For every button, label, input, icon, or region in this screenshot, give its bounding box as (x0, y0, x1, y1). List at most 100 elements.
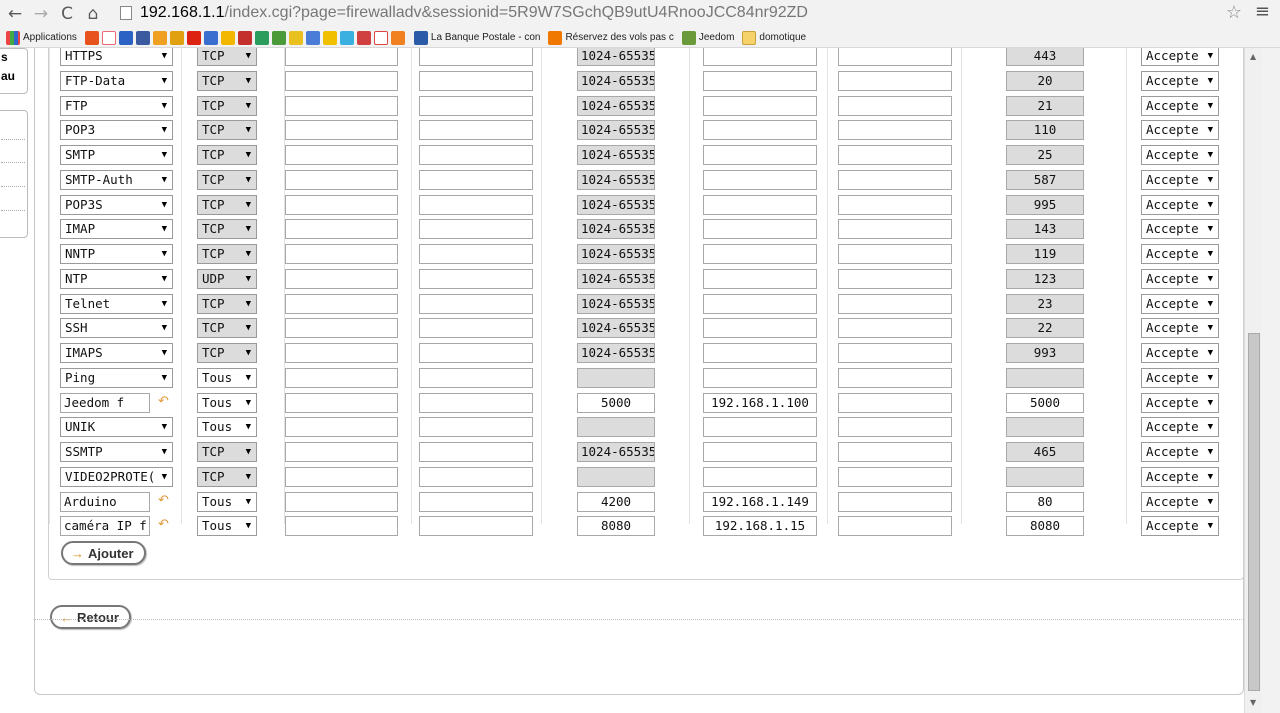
scroll-down-icon[interactable]: ▼ (1250, 698, 1256, 707)
edit-service-icon[interactable]: ↶ (158, 517, 169, 532)
bookmark-apps[interactable]: Applications (6, 30, 77, 45)
destination-ip-input[interactable]: 192.168.1.100 (703, 393, 817, 413)
destination-mask-input[interactable] (838, 48, 952, 66)
service-select[interactable]: HTTPS ▼ (60, 48, 173, 66)
destination-mask-input[interactable] (838, 467, 952, 487)
source-port-input[interactable]: 1024-65535 (577, 71, 655, 91)
protocol-select[interactable]: TCP ▼ (197, 244, 257, 264)
source-port-input[interactable]: 4200 (577, 492, 655, 512)
destination-port-input[interactable] (1006, 368, 1084, 388)
back-arrow-icon[interactable]: ← (4, 4, 26, 24)
destination-ip-input[interactable] (703, 48, 817, 66)
service-name-input[interactable]: Jeedom f (60, 393, 150, 413)
source-ip-input[interactable] (285, 244, 398, 264)
destination-port-input[interactable]: 993 (1006, 343, 1084, 363)
action-select[interactable]: Accepte ▼ (1141, 467, 1219, 487)
destination-mask-input[interactable] (838, 120, 952, 140)
page-scrollbar[interactable]: ▲ ▼ (1244, 48, 1262, 713)
source-ip-input[interactable] (285, 393, 398, 413)
destination-ip-input[interactable] (703, 145, 817, 165)
source-mask-input[interactable] (419, 145, 533, 165)
destination-port-input[interactable] (1006, 417, 1084, 437)
protocol-select[interactable]: TCP ▼ (197, 343, 257, 363)
destination-ip-input[interactable] (703, 219, 817, 239)
destination-mask-input[interactable] (838, 170, 952, 190)
action-select[interactable]: Accepte ▼ (1141, 368, 1219, 388)
source-mask-input[interactable] (419, 120, 533, 140)
bookmark-reservez[interactable]: Réservez des vols pas c (548, 30, 674, 45)
service-select[interactable]: FTP-Data ▼ (60, 71, 173, 91)
destination-port-input[interactable]: 465 (1006, 442, 1084, 462)
destination-ip-input[interactable] (703, 343, 817, 363)
destination-port-input[interactable]: 143 (1006, 219, 1084, 239)
back-button[interactable]: ← Retour (50, 605, 131, 629)
forward-arrow-icon[interactable]: → (30, 4, 52, 24)
protocol-select[interactable]: TCP ▼ (197, 96, 257, 116)
protocol-select[interactable]: TCP ▼ (197, 170, 257, 190)
destination-mask-input[interactable] (838, 417, 952, 437)
destination-mask-input[interactable] (838, 393, 952, 413)
source-port-input[interactable]: 1024-65535 (577, 442, 655, 462)
destination-mask-input[interactable] (838, 244, 952, 264)
destination-ip-input[interactable] (703, 442, 817, 462)
destination-port-input[interactable]: 21 (1006, 96, 1084, 116)
source-ip-input[interactable] (285, 516, 398, 536)
service-name-input[interactable]: caméra IP f (60, 516, 150, 536)
destination-port-input[interactable]: 20 (1006, 71, 1084, 91)
source-port-input[interactable]: 1024-65535 (577, 120, 655, 140)
destination-mask-input[interactable] (838, 219, 952, 239)
destination-ip-input[interactable]: 192.168.1.149 (703, 492, 817, 512)
destination-mask-input[interactable] (838, 145, 952, 165)
destination-ip-input[interactable] (703, 170, 817, 190)
service-select[interactable]: NTP ▼ (60, 269, 173, 289)
action-select[interactable]: Accepte ▼ (1141, 516, 1219, 536)
service-select[interactable]: SSMTP ▼ (60, 442, 173, 462)
destination-mask-input[interactable] (838, 318, 952, 338)
destination-port-input[interactable]: 8080 (1006, 516, 1084, 536)
protocol-select[interactable]: TCP ▼ (197, 467, 257, 487)
source-port-input[interactable]: 5000 (577, 393, 655, 413)
protocol-select[interactable]: TCP ▼ (197, 294, 257, 314)
source-mask-input[interactable] (419, 71, 533, 91)
scroll-up-icon[interactable]: ▲ (1250, 52, 1256, 61)
source-mask-input[interactable] (419, 195, 533, 215)
add-button[interactable]: → Ajouter (61, 541, 146, 565)
service-select[interactable]: SMTP ▼ (60, 145, 173, 165)
source-port-input[interactable]: 1024-65535 (577, 96, 655, 116)
bookmark-icons[interactable] (84, 30, 408, 45)
service-select[interactable]: UNIK ▼ (60, 417, 173, 437)
destination-port-input[interactable]: 123 (1006, 269, 1084, 289)
edit-service-icon[interactable]: ↶ (158, 394, 169, 409)
destination-ip-input[interactable] (703, 318, 817, 338)
action-select[interactable]: Accepte ▼ (1141, 269, 1219, 289)
protocol-select[interactable]: TCP ▼ (197, 48, 257, 66)
source-ip-input[interactable] (285, 417, 398, 437)
source-port-input[interactable] (577, 368, 655, 388)
action-select[interactable]: Accepte ▼ (1141, 318, 1219, 338)
source-ip-input[interactable] (285, 120, 398, 140)
source-mask-input[interactable] (419, 343, 533, 363)
source-port-input[interactable]: 1024-65535 (577, 48, 655, 66)
destination-port-input[interactable]: 995 (1006, 195, 1084, 215)
service-select[interactable]: SSH ▼ (60, 318, 173, 338)
source-mask-input[interactable] (419, 467, 533, 487)
source-mask-input[interactable] (419, 393, 533, 413)
source-mask-input[interactable] (419, 442, 533, 462)
destination-mask-input[interactable] (838, 516, 952, 536)
source-port-input[interactable]: 1024-65535 (577, 318, 655, 338)
destination-ip-input[interactable] (703, 467, 817, 487)
action-select[interactable]: Accepte ▼ (1141, 294, 1219, 314)
source-mask-input[interactable] (419, 219, 533, 239)
service-select[interactable]: IMAPS ▼ (60, 343, 173, 363)
action-select[interactable]: Accepte ▼ (1141, 244, 1219, 264)
destination-ip-input[interactable] (703, 417, 817, 437)
source-mask-input[interactable] (419, 294, 533, 314)
destination-mask-input[interactable] (838, 71, 952, 91)
service-select[interactable]: Telnet ▼ (60, 294, 173, 314)
destination-ip-input[interactable] (703, 195, 817, 215)
action-select[interactable]: Accepte ▼ (1141, 48, 1219, 66)
source-mask-input[interactable] (419, 170, 533, 190)
protocol-select[interactable]: TCP ▼ (197, 442, 257, 462)
destination-mask-input[interactable] (838, 368, 952, 388)
service-select[interactable]: POP3 ▼ (60, 120, 173, 140)
